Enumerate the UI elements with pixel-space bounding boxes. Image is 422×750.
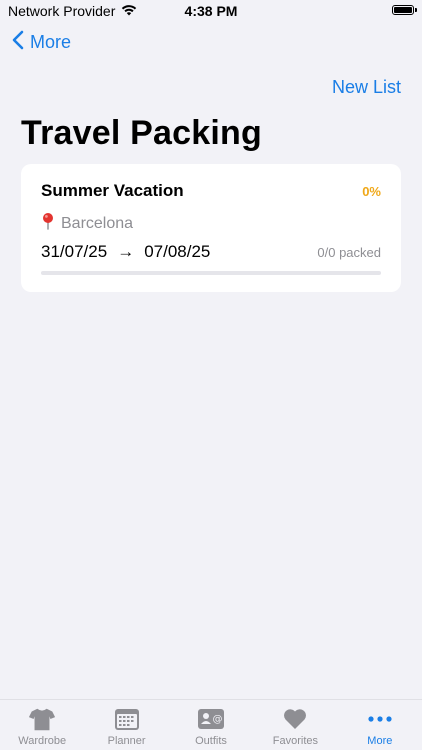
tab-label: Wardrobe — [18, 735, 67, 747]
tab-bar: Wardrobe Planner @ Outfits Favorites Mor… — [0, 699, 422, 750]
status-time: 4:38 PM — [184, 3, 238, 19]
battery-icon — [392, 5, 417, 15]
tab-label: Planner — [107, 735, 146, 747]
tab-wardrobe[interactable]: Wardrobe — [0, 700, 84, 750]
page-title: Travel Packing — [21, 114, 262, 152]
tab-outfits[interactable]: @ Outfits — [169, 700, 253, 750]
list-name: Summer Vacation — [41, 181, 184, 200]
status-bar: Network Provider 4:38 PM — [0, 0, 422, 22]
location-label: Barcelona — [61, 214, 134, 232]
chevron-left-icon — [12, 30, 24, 55]
back-label: More — [30, 32, 72, 52]
heart-icon — [281, 706, 309, 732]
start-date: 31/07/25 — [41, 242, 108, 261]
arrow-right-icon: → — [117, 242, 135, 261]
contact-card-icon: @ — [197, 706, 225, 732]
tab-label: More — [367, 735, 393, 747]
list-location: Barcelona — [41, 212, 133, 235]
tab-favorites[interactable]: Favorites — [253, 700, 337, 750]
progress-bar — [41, 271, 381, 275]
svg-text:@: @ — [213, 714, 223, 725]
new-list-button[interactable]: New List — [332, 77, 401, 98]
tab-planner[interactable]: Planner — [84, 700, 168, 750]
pin-icon — [41, 212, 55, 235]
tshirt-icon — [28, 706, 56, 732]
back-button[interactable]: More — [12, 30, 71, 55]
end-date: 07/08/25 — [144, 242, 211, 261]
ellipsis-icon — [366, 706, 394, 732]
tab-label: Favorites — [272, 735, 319, 747]
packing-list-card[interactable]: Summer Vacation 0% Barcelona 31/07/25 → … — [21, 164, 401, 292]
tab-label: Outfits — [195, 735, 227, 747]
list-percent: 0% — [362, 184, 381, 199]
tab-more[interactable]: More — [338, 700, 422, 750]
list-dates: 31/07/25 → 07/08/25 — [41, 242, 210, 262]
calendar-icon — [113, 706, 141, 732]
packed-count: 0/0 packed — [317, 245, 381, 260]
